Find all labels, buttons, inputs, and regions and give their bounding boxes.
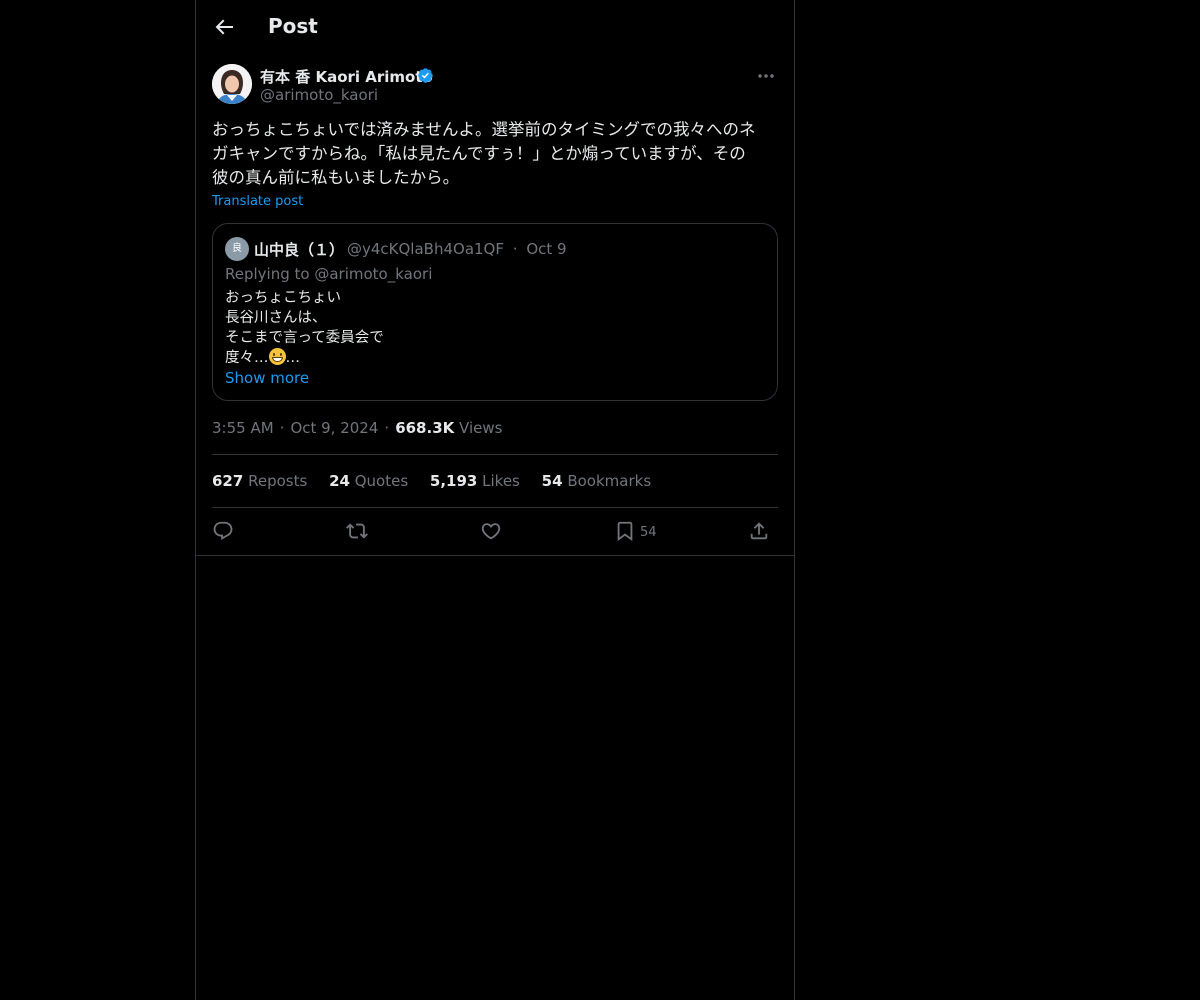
- post-author: 有本 香 Kaori Arimoto @arimoto_kaori: [212, 64, 778, 108]
- quote-text-line: おっちょこちょい: [225, 290, 341, 306]
- replying-mention: @arimoto_kaori: [314, 265, 433, 283]
- post-date[interactable]: Oct 9, 2024: [290, 419, 378, 437]
- quote-handle: @y4cKQlaBh4Oa1QF: [347, 240, 504, 258]
- divider: [212, 454, 778, 455]
- like-icon: [481, 523, 501, 540]
- quote-date: Oct 9: [526, 240, 567, 258]
- quote-text-line-last: 度々… …: [225, 348, 384, 368]
- bookmarks-stat[interactable]: 54 Bookmarks: [542, 472, 651, 490]
- quote-body: おっちょこちょい 長谷川さんは、 そこまで言って委員会で 度々… …: [225, 288, 384, 368]
- post-text-line: ガキャンですからね。「私は見たんですぅ！」とか煽っていますが、その: [212, 144, 746, 163]
- replying-prefix: Replying to: [225, 265, 310, 283]
- like-button[interactable]: [480, 520, 502, 544]
- show-more-link[interactable]: Show more: [225, 369, 309, 387]
- arrow-left-icon: [215, 19, 233, 35]
- quotes-label: Quotes: [354, 472, 409, 490]
- post-meta: 3:55 AM · Oct 9, 2024 · 668.3K Views: [212, 419, 502, 437]
- likes-label: Likes: [482, 472, 520, 490]
- repost-button[interactable]: [346, 520, 368, 544]
- quote-replying-to: Replying to @arimoto_kaori: [225, 265, 432, 283]
- bookmark-count: 54: [640, 525, 657, 540]
- repost-icon: [346, 523, 368, 539]
- separator: ·: [279, 419, 285, 437]
- quoted-post[interactable]: 良 山中良（１） @y4cKQlaBh4Oa1QF · Oct 9 Replyi…: [212, 223, 778, 401]
- post-text-line: おっちょこちょいでは済みませんよ。選挙前のタイミングでの我々へのネ: [212, 120, 756, 139]
- reposts-count: 627: [212, 472, 244, 490]
- bookmark-button[interactable]: 54: [614, 520, 674, 544]
- quote-text-line: 長谷川さんは、: [225, 310, 327, 326]
- reposts-stat[interactable]: 627 Reposts: [212, 472, 307, 490]
- post-stats: 627 Reposts 24 Quotes 5,193 Likes 54 Boo…: [212, 472, 668, 490]
- author-handle[interactable]: @arimoto_kaori: [260, 86, 378, 104]
- likes-count: 5,193: [429, 472, 478, 490]
- action-bar: 54: [212, 518, 778, 546]
- divider: [212, 507, 778, 508]
- post-text-line: 彼の真ん前に私もいましたから。: [212, 168, 460, 187]
- back-button[interactable]: [212, 15, 236, 39]
- reply-icon: [213, 521, 233, 540]
- quote-text-fragment: 度々…: [225, 350, 269, 366]
- post-time[interactable]: 3:55 AM: [212, 419, 274, 437]
- bookmark-icon: [617, 521, 633, 542]
- verified-badge-icon: [418, 68, 433, 83]
- bookmarks-count: 54: [541, 472, 563, 490]
- quote-handle-date: @y4cKQlaBh4Oa1QF · Oct 9: [347, 240, 567, 258]
- author-avatar[interactable]: [212, 64, 252, 104]
- separator: ·: [512, 240, 518, 258]
- separator: ·: [384, 419, 390, 437]
- header: Post: [196, 0, 794, 54]
- bookmarks-label: Bookmarks: [567, 472, 652, 490]
- quotes-count: 24: [329, 472, 350, 490]
- translate-post-link[interactable]: Translate post: [212, 194, 303, 209]
- quote-text-line: そこまで言って委員会で: [225, 330, 384, 346]
- quote-ellipsis: …: [285, 350, 301, 366]
- grinning-face-emoji-icon: [268, 348, 286, 365]
- more-options-button[interactable]: [754, 64, 778, 88]
- reposts-label: Reposts: [248, 472, 308, 490]
- views-count: 668.3K: [395, 419, 455, 437]
- share-icon: [750, 522, 768, 540]
- quote-author-name: 山中良（１）: [254, 241, 345, 259]
- more-dots-icon: [758, 74, 774, 78]
- divider: [196, 555, 794, 556]
- person-photo-icon: [212, 64, 252, 104]
- views-label: Views: [459, 419, 503, 437]
- share-button[interactable]: [748, 520, 770, 544]
- page-title: Post: [268, 14, 318, 38]
- quote-avatar[interactable]: 良: [225, 237, 249, 261]
- author-display-name[interactable]: 有本 香 Kaori Arimoto: [260, 66, 433, 87]
- quotes-stat[interactable]: 24 Quotes: [329, 472, 408, 490]
- post-detail-column: Post 有本 香 Kaori Arimoto @arimoto_kaori お…: [195, 0, 795, 1000]
- post-body: おっちょこちょいでは済みませんよ。選挙前のタイミングでの我々へのネ ガキャンです…: [212, 118, 778, 190]
- reply-button[interactable]: [212, 520, 234, 544]
- likes-stat[interactable]: 5,193 Likes: [430, 472, 520, 490]
